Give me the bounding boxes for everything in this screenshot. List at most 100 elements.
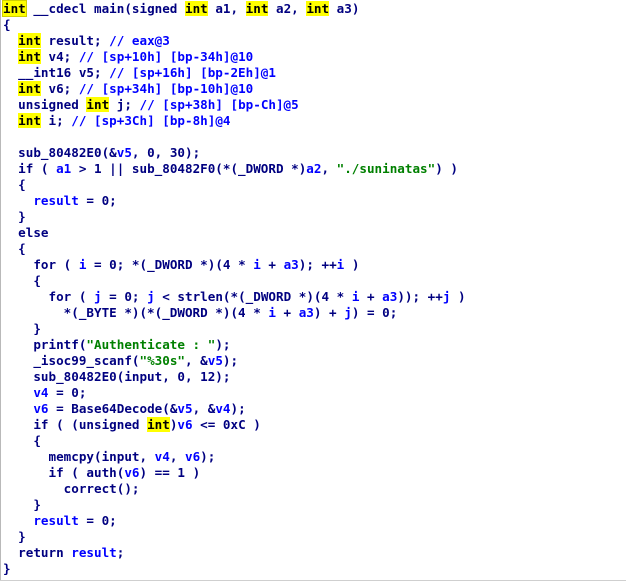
code-token[interactable] xyxy=(3,113,18,128)
code-token[interactable]: *(_BYTE *)(*(_DWORD *)(4 * xyxy=(3,305,268,320)
code-line[interactable]: } xyxy=(3,529,466,545)
code-token[interactable]: sub_80482E0(& xyxy=(3,145,117,160)
highlighted-token[interactable]: int xyxy=(18,33,41,48)
code-token[interactable]: + xyxy=(359,289,382,304)
code-line[interactable]: { xyxy=(3,177,466,193)
code-token[interactable]: return xyxy=(3,545,71,560)
variable-token[interactable]: a3 xyxy=(284,257,299,272)
code-token[interactable]: printf( xyxy=(3,337,86,352)
code-token[interactable] xyxy=(3,401,33,416)
code-token[interactable]: { xyxy=(3,273,41,288)
code-line[interactable]: int v6; // [sp+34h] [bp-10h]@10 xyxy=(3,81,466,97)
code-token[interactable]: = 0; xyxy=(49,385,86,400)
string-literal-token[interactable]: "./suninatas" xyxy=(337,161,436,176)
code-token[interactable] xyxy=(3,513,33,528)
code-line[interactable]: else xyxy=(3,225,466,241)
code-token[interactable]: result; xyxy=(41,33,109,48)
code-line[interactable]: v4 = 0; xyxy=(3,385,466,401)
code-token[interactable]: _isoc99_scanf( xyxy=(3,353,139,368)
code-token[interactable]: + xyxy=(261,257,284,272)
code-line[interactable]: memcpy(input, v4, v6); xyxy=(3,449,466,465)
code-line[interactable]: } xyxy=(3,321,466,337)
string-literal-token[interactable]: "%30s" xyxy=(139,353,185,368)
variable-token[interactable]: v4 xyxy=(155,449,170,464)
code-token[interactable]: ); xyxy=(215,337,230,352)
code-line[interactable]: { xyxy=(3,17,466,33)
code-token[interactable]: if ( xyxy=(3,161,56,176)
code-token[interactable]: { xyxy=(3,433,41,448)
comment-token[interactable]: // eax@3 xyxy=(109,33,170,48)
variable-token[interactable]: v6 xyxy=(33,401,48,416)
code-token[interactable]: memcpy(input, xyxy=(3,449,155,464)
code-token[interactable]: ); xyxy=(200,449,215,464)
code-token[interactable]: if ( auth( xyxy=(3,465,124,480)
code-line[interactable]: int v4; // [sp+10h] [bp-34h]@10 xyxy=(3,49,466,65)
code-line[interactable]: sub_80482E0(input, 0, 12); xyxy=(3,369,466,385)
code-token[interactable]: { xyxy=(3,177,26,192)
variable-token[interactable]: result xyxy=(71,545,117,560)
code-line[interactable]: v6 = Base64Decode(&v5, &v4); xyxy=(3,401,466,417)
code-line[interactable]: } xyxy=(3,497,466,513)
highlighted-token[interactable]: int xyxy=(184,1,208,16)
code-line[interactable]: } xyxy=(3,209,466,225)
code-line[interactable]: for ( j = 0; j < strlen(*(_DWORD *)(4 * … xyxy=(3,289,465,305)
code-token[interactable]: <= 0xC ) xyxy=(193,417,261,432)
code-token[interactable]: ); xyxy=(223,353,238,368)
comment-token[interactable]: // [sp+10h] [bp-34h]@10 xyxy=(79,49,253,64)
variable-token[interactable]: v6 xyxy=(185,449,200,464)
variable-token[interactable]: a3 xyxy=(382,289,397,304)
pseudocode-lines[interactable]: int __cdecl main(signed int a1, int a2 , … xyxy=(2,0,466,577)
code-token[interactable]: correct(); xyxy=(3,481,140,496)
code-token[interactable]: ) + xyxy=(314,305,344,320)
variable-token[interactable]: result xyxy=(33,513,79,528)
code-token[interactable] xyxy=(3,193,33,208)
code-token[interactable]: ) ) xyxy=(435,161,458,176)
code-token[interactable]: , xyxy=(170,449,185,464)
code-line[interactable]: for ( i = 0; *(_DWORD *)(4 * i + a3); ++… xyxy=(3,257,466,273)
code-line[interactable]: { xyxy=(3,273,466,289)
variable-token[interactable]: v5 xyxy=(208,353,223,368)
code-token[interactable]: > 1 || sub_80482F0(*(_DWORD *) xyxy=(71,161,306,176)
code-line[interactable]: if ( a1 > 1 || sub_80482F0(*(_DWORD *)a2… xyxy=(3,161,466,177)
code-line[interactable]: { xyxy=(3,241,466,257)
code-token[interactable]: } xyxy=(3,529,26,544)
code-line[interactable] xyxy=(3,129,466,145)
pseudocode-view[interactable]: int __cdecl main(signed int a1, int a2 , … xyxy=(0,0,626,581)
code-token[interactable]: = Base64Decode(& xyxy=(49,401,177,416)
code-token[interactable]: , & xyxy=(185,353,208,368)
code-token[interactable]: { xyxy=(3,17,11,32)
comment-token[interactable]: // [sp+34h] [bp-10h]@10 xyxy=(79,81,253,96)
code-token[interactable]: < strlen(*(_DWORD *)(4 * xyxy=(155,289,352,304)
code-line[interactable]: int i; // [sp+3Ch] [bp-8h]@4 xyxy=(3,113,466,129)
code-line[interactable]: unsigned int j; // [sp+38h] [bp-Ch]@5 xyxy=(3,97,466,113)
code-token[interactable]: ; xyxy=(117,545,125,560)
code-token[interactable]: unsigned xyxy=(3,97,86,112)
code-token[interactable]: = 0; xyxy=(79,193,116,208)
code-token[interactable]: , 0, 30); xyxy=(132,145,200,160)
code-line[interactable]: *(_BYTE *)(*(_DWORD *)(4 * i + a3) + j) … xyxy=(3,305,466,321)
variable-token[interactable]: v4 xyxy=(33,385,48,400)
variable-token[interactable]: i xyxy=(253,257,261,272)
code-token[interactable]: v6; xyxy=(41,81,79,96)
code-token[interactable]: for ( xyxy=(3,289,94,304)
variable-token[interactable]: a1 xyxy=(56,161,71,176)
highlighted-token[interactable]: int xyxy=(86,97,110,112)
code-line[interactable]: return result; xyxy=(3,545,466,561)
code-token[interactable]: ) = 0; xyxy=(352,305,398,320)
code-token[interactable]: } xyxy=(3,321,41,336)
code-token[interactable]: a2, xyxy=(268,1,306,16)
variable-token[interactable]: v4 xyxy=(215,401,230,416)
code-token[interactable]: else xyxy=(3,225,48,240)
string-literal-token[interactable]: "Authenticate : " xyxy=(86,337,215,352)
highlighted-token[interactable]: int xyxy=(18,49,41,64)
code-token[interactable]: a3) xyxy=(329,1,360,16)
variable-token[interactable]: v6 xyxy=(124,465,139,480)
code-token[interactable]: , xyxy=(321,161,336,176)
code-line[interactable]: printf("Authenticate : "); xyxy=(3,337,466,353)
cursor-highlighted-token[interactable]: int xyxy=(2,0,27,17)
code-token[interactable]: } xyxy=(3,561,11,576)
variable-token[interactable]: a3 xyxy=(299,305,314,320)
code-token[interactable] xyxy=(3,385,33,400)
code-line[interactable]: _isoc99_scanf("%30s", &v5); xyxy=(3,353,466,369)
highlighted-token[interactable]: int xyxy=(245,1,269,16)
